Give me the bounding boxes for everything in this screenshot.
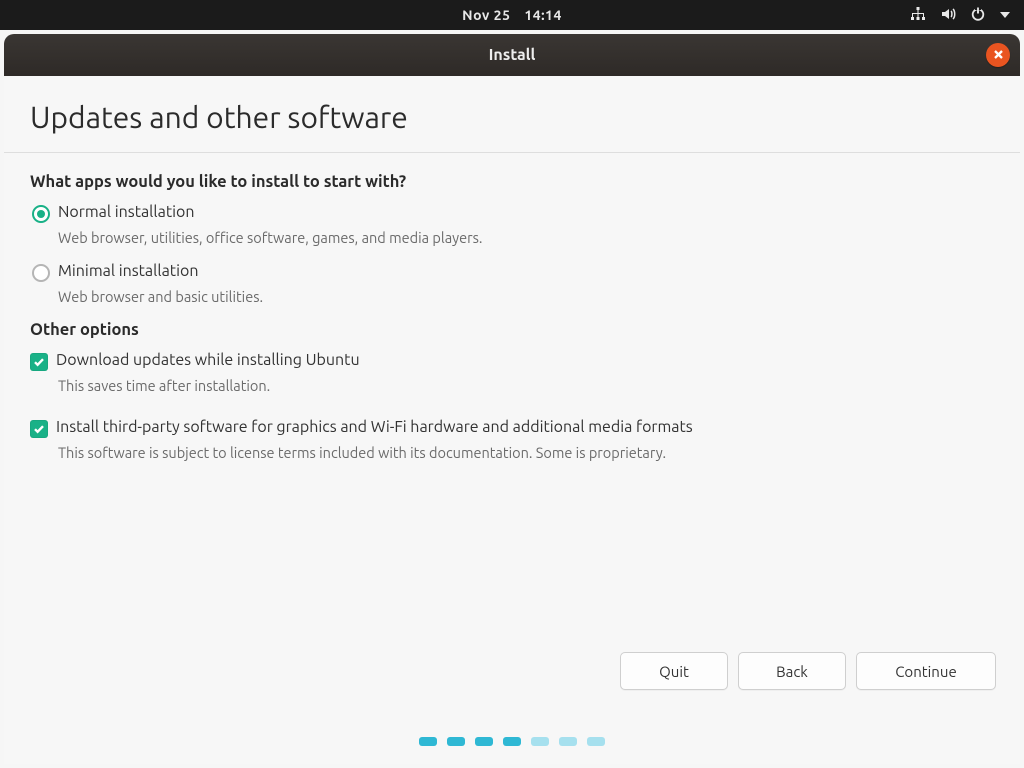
checkbox-label: Install third-party software for graphic…: [56, 418, 693, 436]
radio-minimal-description: Web browser and basic utilities.: [58, 288, 994, 305]
close-icon: [993, 46, 1004, 64]
network-icon: [910, 6, 926, 25]
checkbox-download-updates[interactable]: Download updates while installing Ubuntu: [30, 351, 994, 371]
power-icon: [970, 6, 986, 25]
checkbox-third-party[interactable]: Install third-party software for graphic…: [30, 418, 994, 438]
progress-dot: [531, 737, 549, 746]
radio-normal-description: Web browser, utilities, office software,…: [58, 229, 994, 246]
radio-normal-installation[interactable]: Normal installation: [32, 203, 994, 223]
continue-button[interactable]: Continue: [856, 652, 996, 690]
other-options-label: Other options: [30, 321, 994, 339]
radio-minimal-installation[interactable]: Minimal installation: [32, 262, 994, 282]
progress-dot: [503, 737, 521, 746]
checkbox-icon: [30, 420, 48, 438]
progress-dots: [419, 737, 605, 746]
screen: Nov 25 14:14 Install Updates and other s…: [0, 0, 1024, 768]
footer-buttons: Quit Back Continue: [620, 652, 996, 690]
window-title: Install: [489, 46, 536, 64]
quit-button[interactable]: Quit: [620, 652, 728, 690]
page-title: Updates and other software: [4, 76, 1020, 152]
volume-icon: [940, 6, 956, 25]
close-button[interactable]: [986, 43, 1010, 67]
progress-dot: [559, 737, 577, 746]
panel-clock[interactable]: Nov 25 14:14: [462, 7, 562, 23]
progress-dot: [447, 737, 465, 746]
content-area: What apps would you like to install to s…: [4, 153, 1020, 485]
panel-status-area[interactable]: [910, 0, 1010, 30]
gnome-top-panel: Nov 25 14:14: [0, 0, 1024, 30]
checkbox-download-updates-description: This saves time after installation.: [58, 377, 994, 394]
progress-dot: [419, 737, 437, 746]
checkbox-third-party-description: This software is subject to license term…: [58, 444, 994, 461]
install-question: What apps would you like to install to s…: [30, 173, 994, 191]
panel-date: Nov 25: [462, 7, 510, 23]
back-button[interactable]: Back: [738, 652, 846, 690]
radio-label: Minimal installation: [58, 262, 198, 280]
radio-label: Normal installation: [58, 203, 195, 221]
checkbox-icon: [30, 353, 48, 371]
window-body: Updates and other software What apps wou…: [4, 76, 1020, 764]
panel-time: 14:14: [524, 7, 562, 23]
progress-dot: [475, 737, 493, 746]
chevron-down-icon: [1000, 12, 1010, 18]
radio-icon: [32, 205, 50, 223]
progress-dot: [587, 737, 605, 746]
window-title-bar: Install: [4, 34, 1020, 76]
checkbox-label: Download updates while installing Ubuntu: [56, 351, 360, 369]
radio-icon: [32, 264, 50, 282]
